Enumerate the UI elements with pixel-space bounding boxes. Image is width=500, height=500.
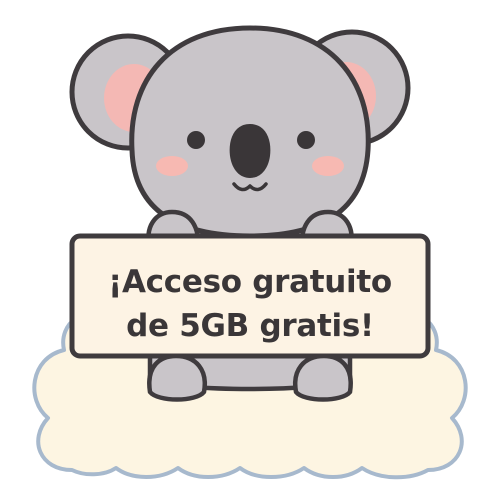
right-cheek [312,156,344,176]
right-eye [297,131,315,149]
right-foot [292,353,353,402]
left-cheek [156,156,188,176]
sign-line-1: ¡Acceso gratuito [108,264,392,300]
koala-sticker: ¡Acceso gratuito de 5GB gratis! [0,0,500,500]
sign-message: ¡Acceso gratuito de 5GB gratis! [78,252,422,356]
nose [229,124,271,178]
koala-illustration [32,25,468,480]
sign-line-2: de 5GB gratis! [126,308,374,344]
left-foot [147,353,208,402]
left-eye [187,131,205,149]
